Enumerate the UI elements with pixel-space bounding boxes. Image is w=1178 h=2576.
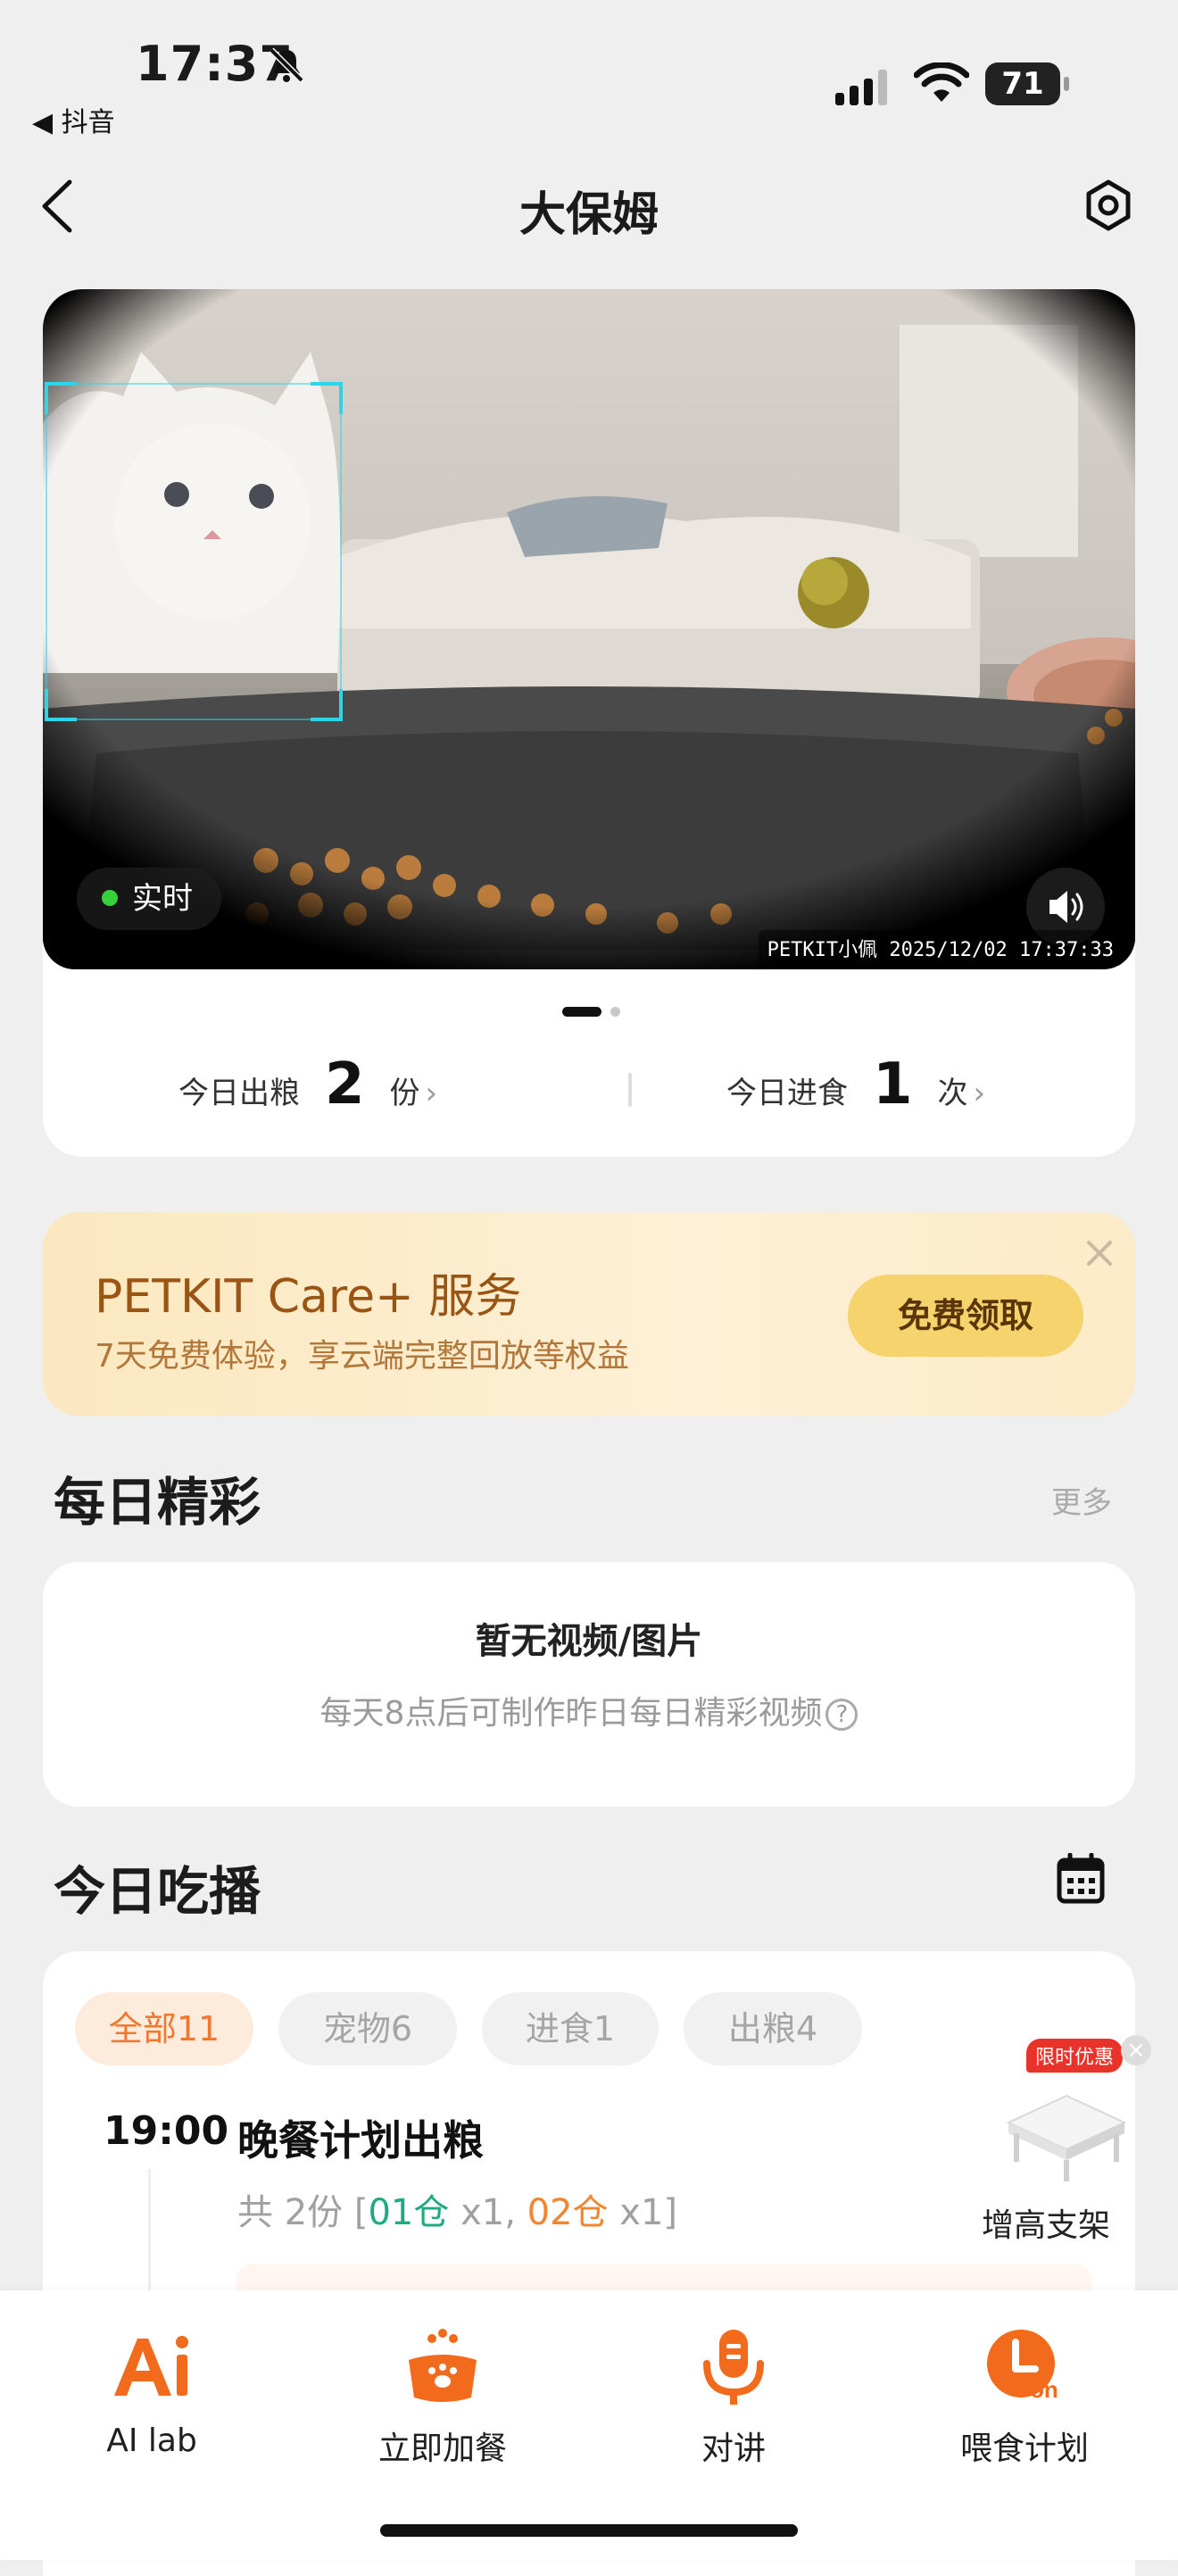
promo-close-icon[interactable]: × [1121,2035,1151,2065]
live-label: 实时 [132,881,193,917]
care-banner-subtitle: 7天免费体验，享云端完整回放等权益 [95,1338,629,1375]
camera-watermark: PETKIT小佩 2025/12/02 17:37:33 [758,930,1123,966]
bin-1-qty: x1, [449,2192,527,2233]
stat-dispensed-unit: 份 [389,1076,420,1111]
home-indicator [380,2524,798,2537]
stat-eaten[interactable]: 今日进食 1 次 › [726,1051,985,1123]
filter-chip-dispense[interactable]: 出粮4 [684,1992,862,2065]
empty-state-title: 暂无视频/图片 [475,1621,703,1662]
daily-highlights-card: 暂无视频/图片 每天8点后可制作昨日每日精彩视频? [43,1562,1135,1807]
tab-feeding-plan[interactable]: on 喂食计划 [908,2324,1141,2469]
stat-dispensed[interactable]: 今日出粮 2 份 › [178,1051,437,1123]
help-icon[interactable]: ? [825,1699,859,1731]
empty-state-desc-text: 每天8点后可制作昨日每日精彩视频 [319,1695,823,1732]
bowl-paw-icon [409,2329,477,2402]
page-dot-active [562,1007,601,1017]
tab-ai-lab-label: AI lab [106,2422,197,2459]
filter-chip-all[interactable]: 全部11 [75,1992,253,2065]
page-dot [610,1007,620,1017]
schedule-on-icon: on [987,2330,1058,2403]
stat-eaten-label: 今日进食 [726,1076,848,1111]
svg-text:on: on [1030,2376,1058,2403]
event-time: 19:00 [104,2108,229,2154]
battery-indicator: 71 [985,62,1071,105]
stat-eaten-unit: 次 [937,1076,968,1111]
battery-level: 71 [985,62,1060,105]
tab-add-meal[interactable]: 立即加餐 [327,2324,559,2469]
promo-label: 增高支架 [982,2207,1111,2244]
bin-1-label: 01仓 [368,2192,450,2233]
ai-lab-icon [114,2336,188,2396]
bell-muted-icon [269,47,304,83]
tab-intercom-label: 对讲 [701,2431,766,2467]
tab-feeding-plan-label: 喂食计划 [959,2431,1089,2467]
timeline-line [148,2169,151,2294]
camera-live-view[interactable] [43,289,1135,969]
bin-2-qty: x1] [608,2192,678,2233]
more-link[interactable]: 更多 [1051,1478,1112,1522]
feed-log-title: 今日吃播 [54,1861,261,1922]
promo-tag: 限时优惠 [1026,2039,1124,2073]
filter-chip-eating[interactable]: 进食1 [482,1992,659,2065]
camera-card: 实时 PETKIT小佩 2025/12/02 17:37:33 今日出粮 2 份… [43,289,1135,1157]
event-detail: 共 2份 [01仓 x1, 02仓 x1] [237,2183,677,2235]
filter-chip-pets[interactable]: 宠物6 [278,1992,457,2065]
stat-dispensed-label: 今日出粮 [178,1076,300,1111]
cellular-signal-icon [835,70,887,105]
event-detail-prefix: 共 2份 [ [237,2192,369,2233]
microphone-icon [703,2330,764,2405]
free-claim-button[interactable]: 免费领取 [848,1275,1083,1357]
promo-float[interactable]: 限时优惠 × 增高支架 [982,2024,1151,2256]
chevron-right-icon: › [425,1076,438,1111]
wifi-icon [914,62,969,102]
daily-highlights-title: 每日精彩 [54,1472,261,1533]
bin-2-label: 02仓 [527,2192,609,2233]
bottom-tab-bar: AI lab 立即加餐 对讲 on 喂食计划 [0,2290,1178,2560]
tab-add-meal-label: 立即加餐 [377,2431,507,2467]
event-title: 晚餐计划出粮 [237,2116,484,2165]
empty-state-desc: 每天8点后可制作昨日每日精彩视频? [43,1687,1135,1733]
stat-divider [628,1073,632,1107]
page-title: 大保姆 [518,188,659,242]
tab-ai-lab[interactable]: AI lab [36,2324,268,2459]
stat-eaten-value: 1 [873,1051,913,1118]
riser-stand-image [1006,2094,1127,2181]
close-icon[interactable] [1082,1235,1117,1271]
tab-intercom[interactable]: 对讲 [618,2324,850,2469]
back-to-app-link[interactable]: ◀ 抖音 [32,100,115,139]
live-dot-icon [102,889,118,906]
calendar-icon[interactable] [1055,1853,1107,1905]
care-plus-banner[interactable]: PETKIT Care+ 服务 7天免费体验，享云端完整回放等权益 免费领取 [43,1212,1135,1416]
stat-dispensed-value: 2 [325,1051,365,1118]
live-badge: 实时 [77,868,221,930]
camera-frame-image [43,289,1135,969]
settings-icon[interactable] [1082,179,1135,232]
chevron-right-icon: › [973,1076,986,1111]
care-banner-title: PETKIT Care+ 服务 [95,1270,522,1324]
